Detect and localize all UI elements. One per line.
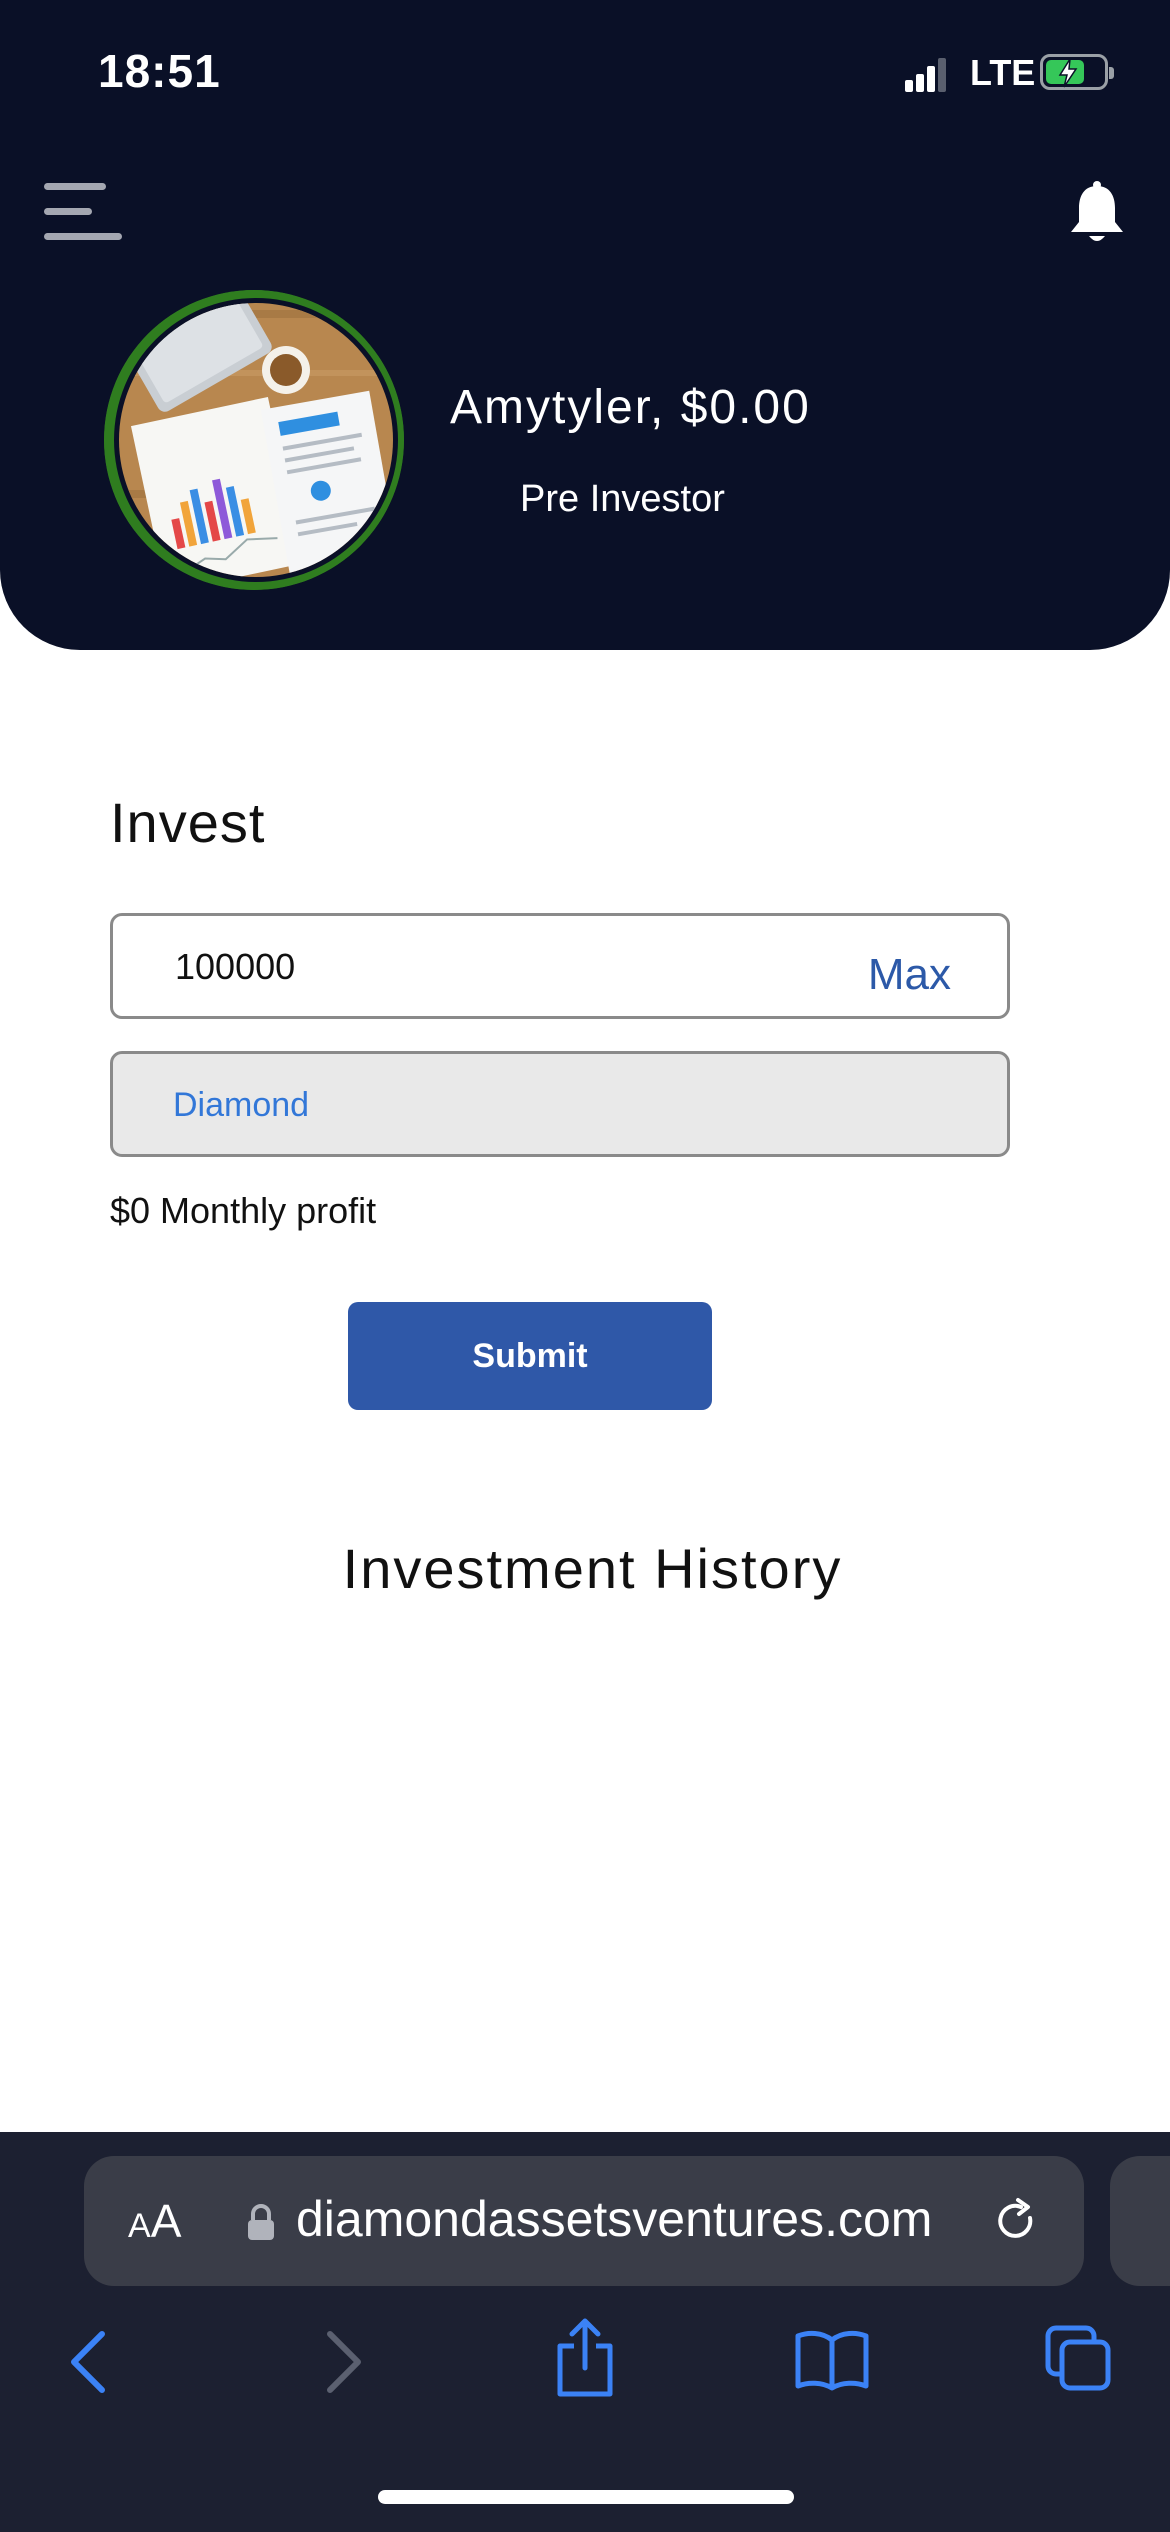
- address-bar[interactable]: AA diamondassetsventures.com: [84, 2156, 1084, 2286]
- menu-icon[interactable]: [44, 183, 124, 243]
- home-indicator: [378, 2490, 794, 2504]
- status-time: 18:51: [98, 45, 221, 97]
- battery-icon: [1040, 54, 1114, 90]
- forward-icon[interactable]: [318, 2322, 368, 2402]
- reload-icon[interactable]: [992, 2196, 1042, 2246]
- avatar[interactable]: [104, 290, 404, 590]
- invest-title: Invest: [110, 791, 266, 854]
- investment-history-title: Investment History: [342, 1537, 843, 1600]
- network-type: LTE: [970, 52, 1036, 93]
- max-button[interactable]: Max: [868, 950, 951, 1000]
- next-tab-preview[interactable]: [1110, 2156, 1170, 2286]
- user-tier: Pre Investor: [520, 478, 725, 520]
- url-text: diamondassetsventures.com: [296, 2191, 933, 2247]
- amount-field[interactable]: Max: [110, 913, 1010, 1019]
- submit-button[interactable]: Submit: [348, 1302, 712, 1410]
- amount-input[interactable]: [173, 938, 777, 996]
- user-name-balance: Amytyler, $0.00: [450, 381, 811, 434]
- monthly-profit-text: $0 Monthly profit: [110, 1190, 377, 1231]
- bookmarks-icon[interactable]: [794, 2328, 870, 2392]
- profile-header: 18:51 LTE Amytyler, $0.00 Pre Investor: [0, 0, 1170, 650]
- bell-icon[interactable]: [1068, 180, 1126, 246]
- share-icon[interactable]: [552, 2316, 618, 2400]
- lock-icon: [248, 2204, 274, 2240]
- cellular-signal-icon: [905, 58, 946, 92]
- plan-select[interactable]: Diamond: [110, 1051, 1010, 1157]
- reader-aa-button[interactable]: AA: [128, 2194, 181, 2248]
- plan-select-value: Diamond: [173, 1086, 310, 1124]
- back-icon[interactable]: [64, 2322, 114, 2402]
- tabs-icon[interactable]: [1044, 2324, 1114, 2394]
